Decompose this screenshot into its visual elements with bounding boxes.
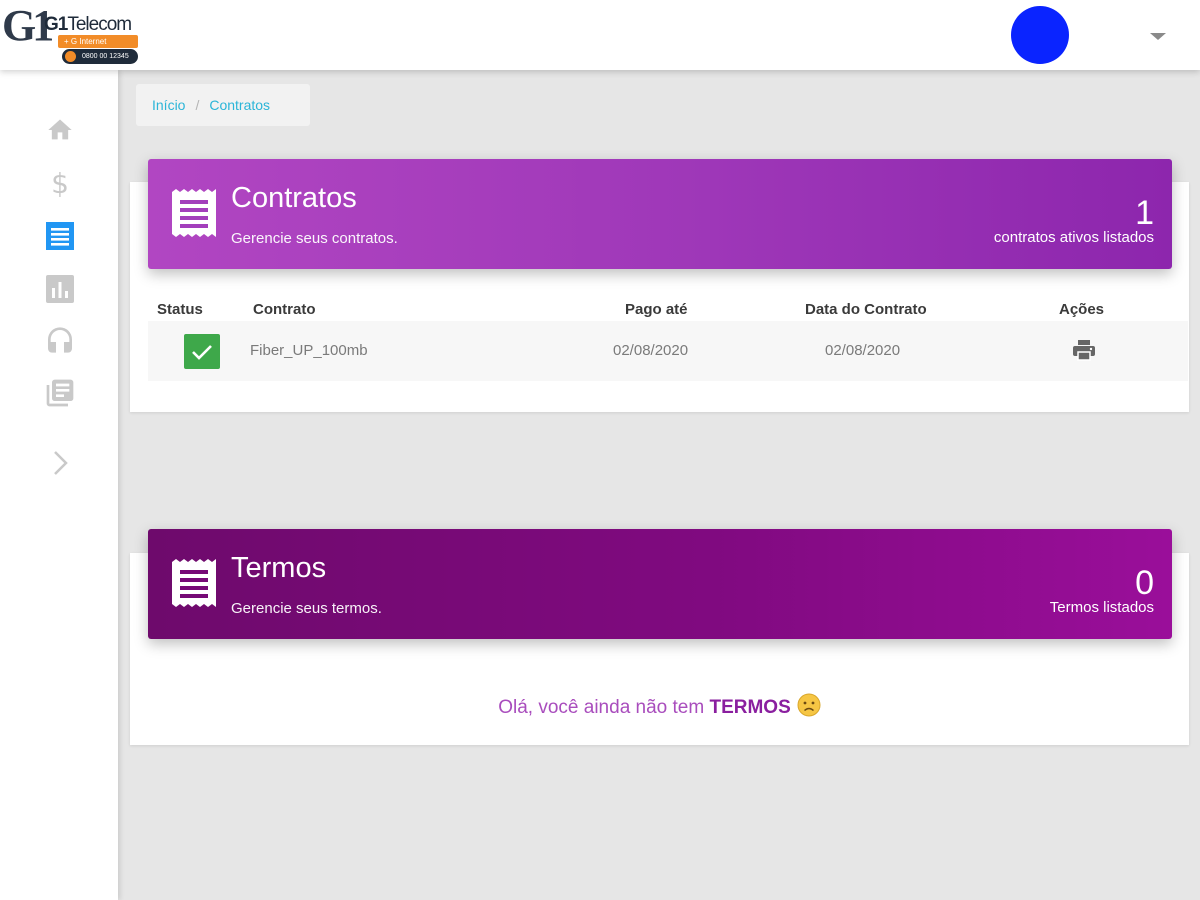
contract-receipt-icon (172, 189, 216, 237)
check-icon (192, 344, 212, 360)
user-menu-caret-icon[interactable] (1150, 33, 1166, 40)
brand-logo[interactable]: G1 G1Telecom + G Internet 0800 00 12345 (2, 4, 142, 66)
home-icon (48, 119, 72, 140)
terms-empty-message: Olá, você ainda não tem TERMOS (130, 693, 1189, 721)
column-header-paid-until: Pago até (625, 301, 688, 318)
contracts-subtitle: Gerencie seus contratos. (231, 230, 398, 247)
terms-header: Termos Gerencie seus termos. 0 Termos li… (148, 529, 1172, 639)
column-header-contract-date: Data do Contrato (805, 301, 927, 318)
sidebar-item-home[interactable] (42, 112, 78, 148)
sad-face-icon (797, 693, 821, 717)
svg-text:$: $ (51, 167, 69, 199)
breadcrumb-current[interactable]: Contratos (209, 97, 270, 113)
dollar-icon: $ (51, 167, 69, 199)
sidebar: $ (0, 70, 118, 900)
sidebar-expand[interactable] (42, 445, 78, 481)
brand-mark: G1 (2, 1, 54, 50)
print-icon[interactable] (1072, 339, 1096, 361)
wifi-icon (65, 51, 76, 62)
contract-paid-until: 02/08/2020 (613, 342, 689, 359)
breadcrumb: Início / Contratos (136, 84, 310, 126)
terms-title: Termos (231, 552, 327, 584)
contracts-count-label: contratos ativos listados (993, 229, 1154, 246)
contract-name: Fiber_UP_100mb (250, 342, 368, 359)
library-icon (46, 379, 74, 407)
breadcrumb-separator: / (195, 97, 200, 113)
sidebar-item-contracts[interactable] (42, 218, 78, 254)
chevron-right-icon (54, 451, 68, 475)
sidebar-item-documents[interactable] (42, 375, 78, 411)
contract-list-icon (46, 222, 74, 250)
terms-subtitle: Gerencie seus termos. (231, 600, 382, 617)
column-header-contract: Contrato (253, 301, 316, 318)
column-header-actions: Ações (1059, 301, 1105, 318)
status-active-check (184, 334, 220, 369)
user-avatar[interactable] (1011, 6, 1069, 64)
sidebar-item-support[interactable] (42, 324, 78, 360)
brand-name: G1Telecom (44, 14, 132, 35)
top-bar: G1 G1Telecom + G Internet 0800 00 12345 (0, 0, 1200, 70)
column-header-status: Status (157, 301, 203, 318)
headset-icon (48, 327, 72, 353)
sidebar-item-finance[interactable]: $ (42, 165, 78, 201)
brand-phone: 0800 00 12345 (62, 49, 138, 64)
terms-count-label: Termos listados (1049, 599, 1154, 616)
terms-count: 0 (1135, 564, 1154, 602)
terms-receipt-icon (172, 559, 216, 607)
contracts-header: Contratos Gerencie seus contratos. 1 con… (148, 159, 1172, 269)
contracts-count: 1 (1135, 194, 1154, 232)
contracts-title: Contratos (231, 182, 357, 214)
breadcrumb-home[interactable]: Início (152, 97, 185, 113)
brand-tagline: + G Internet (58, 35, 138, 48)
sidebar-item-reports[interactable] (42, 271, 78, 307)
contract-date: 02/08/2020 (825, 342, 901, 359)
bar-chart-icon (46, 275, 74, 303)
